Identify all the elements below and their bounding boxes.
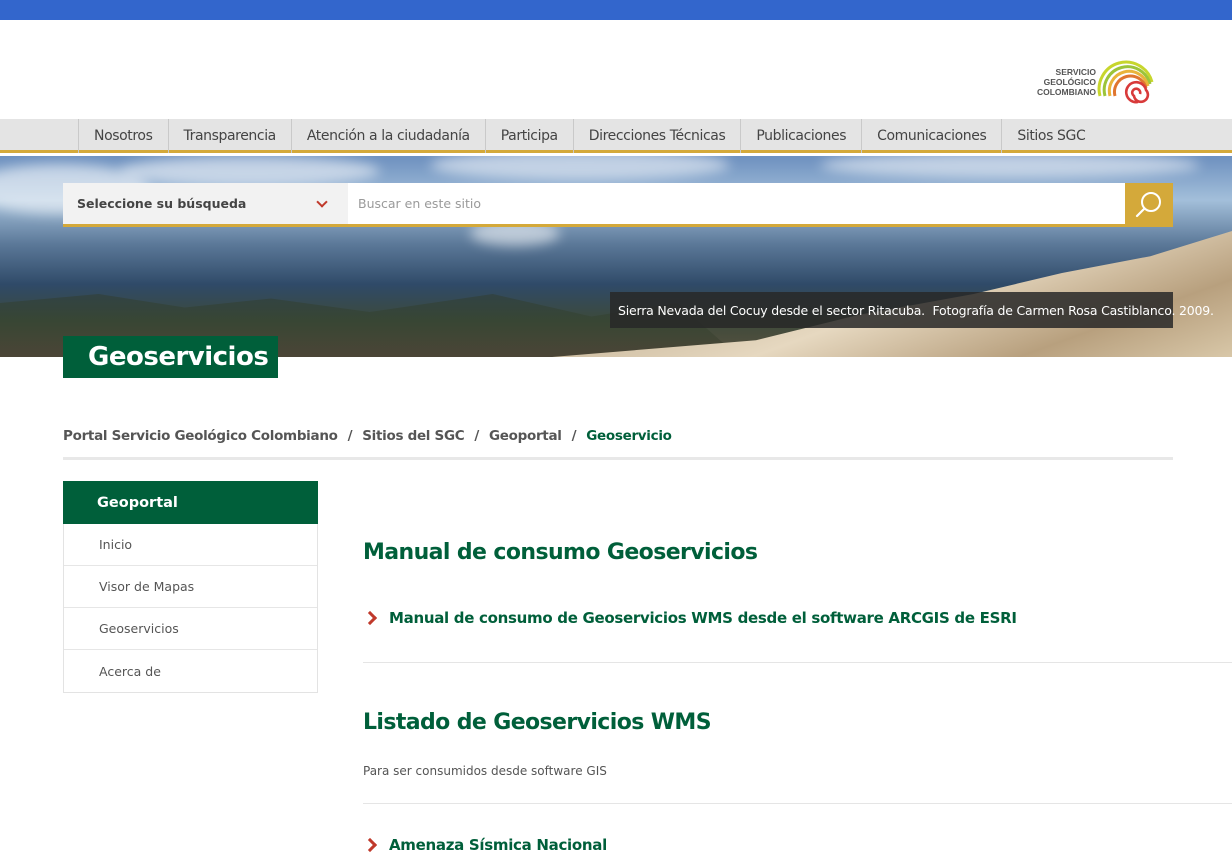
page-title: Geoservicios	[63, 336, 278, 378]
nav-list: Nosotros Transparencia Atención a la ciuda…	[78, 119, 1100, 153]
main-navigation: Nosotros Transparencia Atención a la ciuda…	[0, 119, 1232, 153]
nav-item-direcciones-técnicas[interactable]: Direcciones Técnicas	[572, 119, 741, 153]
nav-item-sitios-sgc[interactable]: Sitios SGC	[1001, 119, 1100, 153]
sidebar-item-inicio[interactable]: Inicio	[64, 524, 317, 566]
photo-caption: Sierra Nevada del Cocuy desde el sector …	[610, 292, 1214, 328]
search-category-select[interactable]: Seleccione su búsqueda	[63, 183, 348, 224]
wms-link-amenaza[interactable]: Amenaza Sísmica Nacional	[362, 836, 1232, 854]
search-select-label: Seleccione su búsqueda	[77, 196, 247, 211]
spiral-logo-icon	[1097, 60, 1154, 104]
sgc-logo[interactable]: SERVICIO GEOLÓGICO COLOMBIANO	[1030, 52, 1160, 108]
breadcrumb-link[interactable]: Portal Servicio Geológico Colombiano	[63, 428, 338, 457]
sidebar-list: Inicio Visor de Mapas Geoservicios Acerca d…	[64, 524, 317, 692]
breadcrumb-separator: /	[571, 428, 577, 444]
search-icon	[1135, 192, 1161, 218]
site-header: SERVICIO GEOLÓGICO COLOMBIANO	[0, 20, 1232, 119]
logo-line-2: GEOLÓGICO	[1043, 77, 1096, 87]
breadcrumb-link[interactable]: Geoportal	[489, 428, 562, 457]
sidebar-title-text: Geoportal	[97, 494, 178, 511]
section-title-wms-list: Listado de Geoservicios WMS	[363, 710, 712, 735]
nav-item-transparencia[interactable]: Transparencia	[167, 119, 291, 153]
top-color-bar	[0, 0, 1232, 20]
page-title-text: Geoservicios	[88, 342, 269, 372]
manual-link[interactable]: Manual de consumo de Geoservicios WMS de…	[362, 609, 1232, 627]
logo-line-3: COLOMBIANO	[1036, 87, 1096, 97]
wms-link-text: Amenaza Sísmica Nacional	[389, 836, 607, 854]
search-bar: Seleccione su búsqueda	[63, 183, 1173, 227]
sidebar-title[interactable]: Geoportal	[63, 481, 318, 524]
sidebar-menu: Geoportal Inicio Visor de Mapas Geoservici…	[63, 481, 318, 693]
chevron-down-icon	[316, 195, 328, 208]
logo-text: SERVICIO GEOLÓGICO COLOMBIANO	[1030, 67, 1096, 97]
breadcrumb-current: Geoservicio	[586, 428, 672, 444]
photo-caption-text: Sierra Nevada del Cocuy desde el sector …	[618, 302, 1214, 318]
logo-line-1: SERVICIO	[1055, 67, 1096, 77]
breadcrumb: Portal Servicio Geológico Colombiano / Sit…	[63, 428, 1173, 460]
nav-item-comunicaciones[interactable]: Comunicaciones	[861, 119, 1001, 153]
sidebar-item-visor-de-mapas[interactable]: Visor de Mapas	[64, 566, 317, 608]
search-input[interactable]	[348, 183, 1125, 224]
nav-item-nosotros[interactable]: Nosotros	[78, 119, 168, 153]
nav-item-atención-a-la-ciudadanía[interactable]: Atención a la ciudadanía	[290, 119, 485, 153]
main-content: Manual de consumo Geoservicios Manual de…	[362, 540, 1232, 854]
wms-list-description: Para ser consumidos desde software GIS	[363, 764, 607, 778]
breadcrumb-separator: /	[474, 428, 479, 444]
breadcrumb-separator: /	[347, 428, 353, 444]
manual-link-text: Manual de consumo de Geoservicios WMS de…	[389, 609, 1017, 627]
nav-item-publicaciones[interactable]: Publicaciones	[740, 119, 861, 153]
sidebar-item-acerca-de[interactable]: Acerca de	[64, 650, 317, 692]
chevron-right-icon	[362, 610, 378, 626]
section-title-manual: Manual de consumo Geoservicios	[363, 540, 758, 565]
sidebar-item-geoservicios[interactable]: Geoservicios	[64, 608, 317, 650]
search-button[interactable]	[1125, 183, 1173, 227]
breadcrumb-link[interactable]: Sitios del SGC	[362, 428, 464, 457]
nav-item-participa[interactable]: Participa	[484, 119, 573, 153]
chevron-right-icon	[362, 837, 378, 853]
